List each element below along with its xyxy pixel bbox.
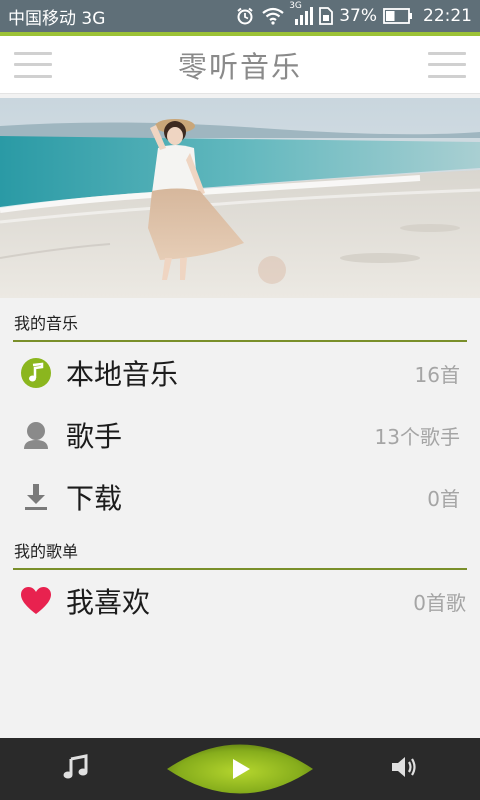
list-item-favorites[interactable]: 我喜欢 0首歌 — [0, 570, 480, 632]
item-count: 13个歌手 — [374, 424, 460, 449]
menu-line — [14, 74, 52, 78]
play-button[interactable] — [165, 738, 315, 800]
list-item-singers[interactable]: 歌手 13个歌手 — [0, 404, 480, 466]
menu-line — [427, 51, 466, 55]
heart-icon — [20, 585, 52, 617]
battery-icon — [383, 8, 413, 24]
item-left: 本地音乐 — [20, 353, 178, 393]
music-library: 我的音乐 本地音乐 16首 歌手 13个歌手 下载 0首 我的歌单 我喜欢 0首… — [0, 298, 480, 738]
app-header: 零听音乐 — [0, 36, 480, 94]
item-left: 歌手 — [20, 415, 122, 455]
item-label: 本地音乐 — [66, 358, 179, 391]
network-type-label: 3G — [289, 1, 302, 11]
banner-image[interactable] — [0, 98, 480, 298]
menu-line — [14, 51, 52, 55]
section-header-my-music: 我的音乐 — [0, 298, 480, 342]
sim-icon — [319, 7, 334, 25]
item-left: 我喜欢 — [20, 581, 150, 621]
menu-line — [427, 74, 466, 78]
item-left: 下载 — [20, 477, 122, 517]
signal-icon: 3G — [289, 1, 314, 25]
section-divider — [13, 568, 467, 570]
item-count: 0首 — [427, 486, 460, 511]
left-menu-button[interactable] — [14, 50, 52, 80]
alarm-icon — [235, 6, 255, 26]
speaker-icon — [390, 754, 418, 784]
music-note-icon — [62, 753, 90, 785]
download-icon — [20, 481, 52, 513]
battery-percent: 37% — [339, 6, 377, 26]
app-title: 零听音乐 — [177, 49, 302, 84]
item-count: 16首 — [414, 362, 460, 387]
clock: 22:21 — [423, 6, 472, 26]
playlist-button[interactable] — [56, 738, 96, 800]
menu-line — [427, 63, 466, 66]
list-item-local-music[interactable]: 本地音乐 16首 — [0, 342, 480, 404]
item-count: 0首歌 — [413, 590, 466, 615]
status-bar: 中国移动 3G 3G 37% 22:21 — [0, 0, 480, 32]
carrier-label: 中国移动 3G — [8, 8, 106, 29]
item-label: 歌手 — [66, 420, 123, 453]
menu-line — [14, 63, 52, 66]
volume-button[interactable] — [384, 738, 424, 800]
item-label: 下载 — [66, 482, 123, 515]
music-note-icon — [20, 357, 52, 389]
list-item-downloads[interactable]: 下载 0首 — [0, 466, 480, 528]
wifi-icon — [261, 7, 285, 25]
section-title: 我的音乐 — [14, 314, 79, 333]
section-header-my-playlists: 我的歌单 — [0, 528, 480, 570]
right-menu-button[interactable] — [427, 50, 466, 80]
status-right: 3G 37% 22:21 — [235, 1, 472, 26]
singer-icon — [20, 419, 52, 451]
section-title: 我的歌单 — [14, 542, 79, 561]
player-bar — [0, 738, 480, 800]
section-divider — [13, 340, 467, 342]
item-label: 我喜欢 — [66, 586, 151, 619]
status-left: 中国移动 3G — [8, 4, 105, 29]
